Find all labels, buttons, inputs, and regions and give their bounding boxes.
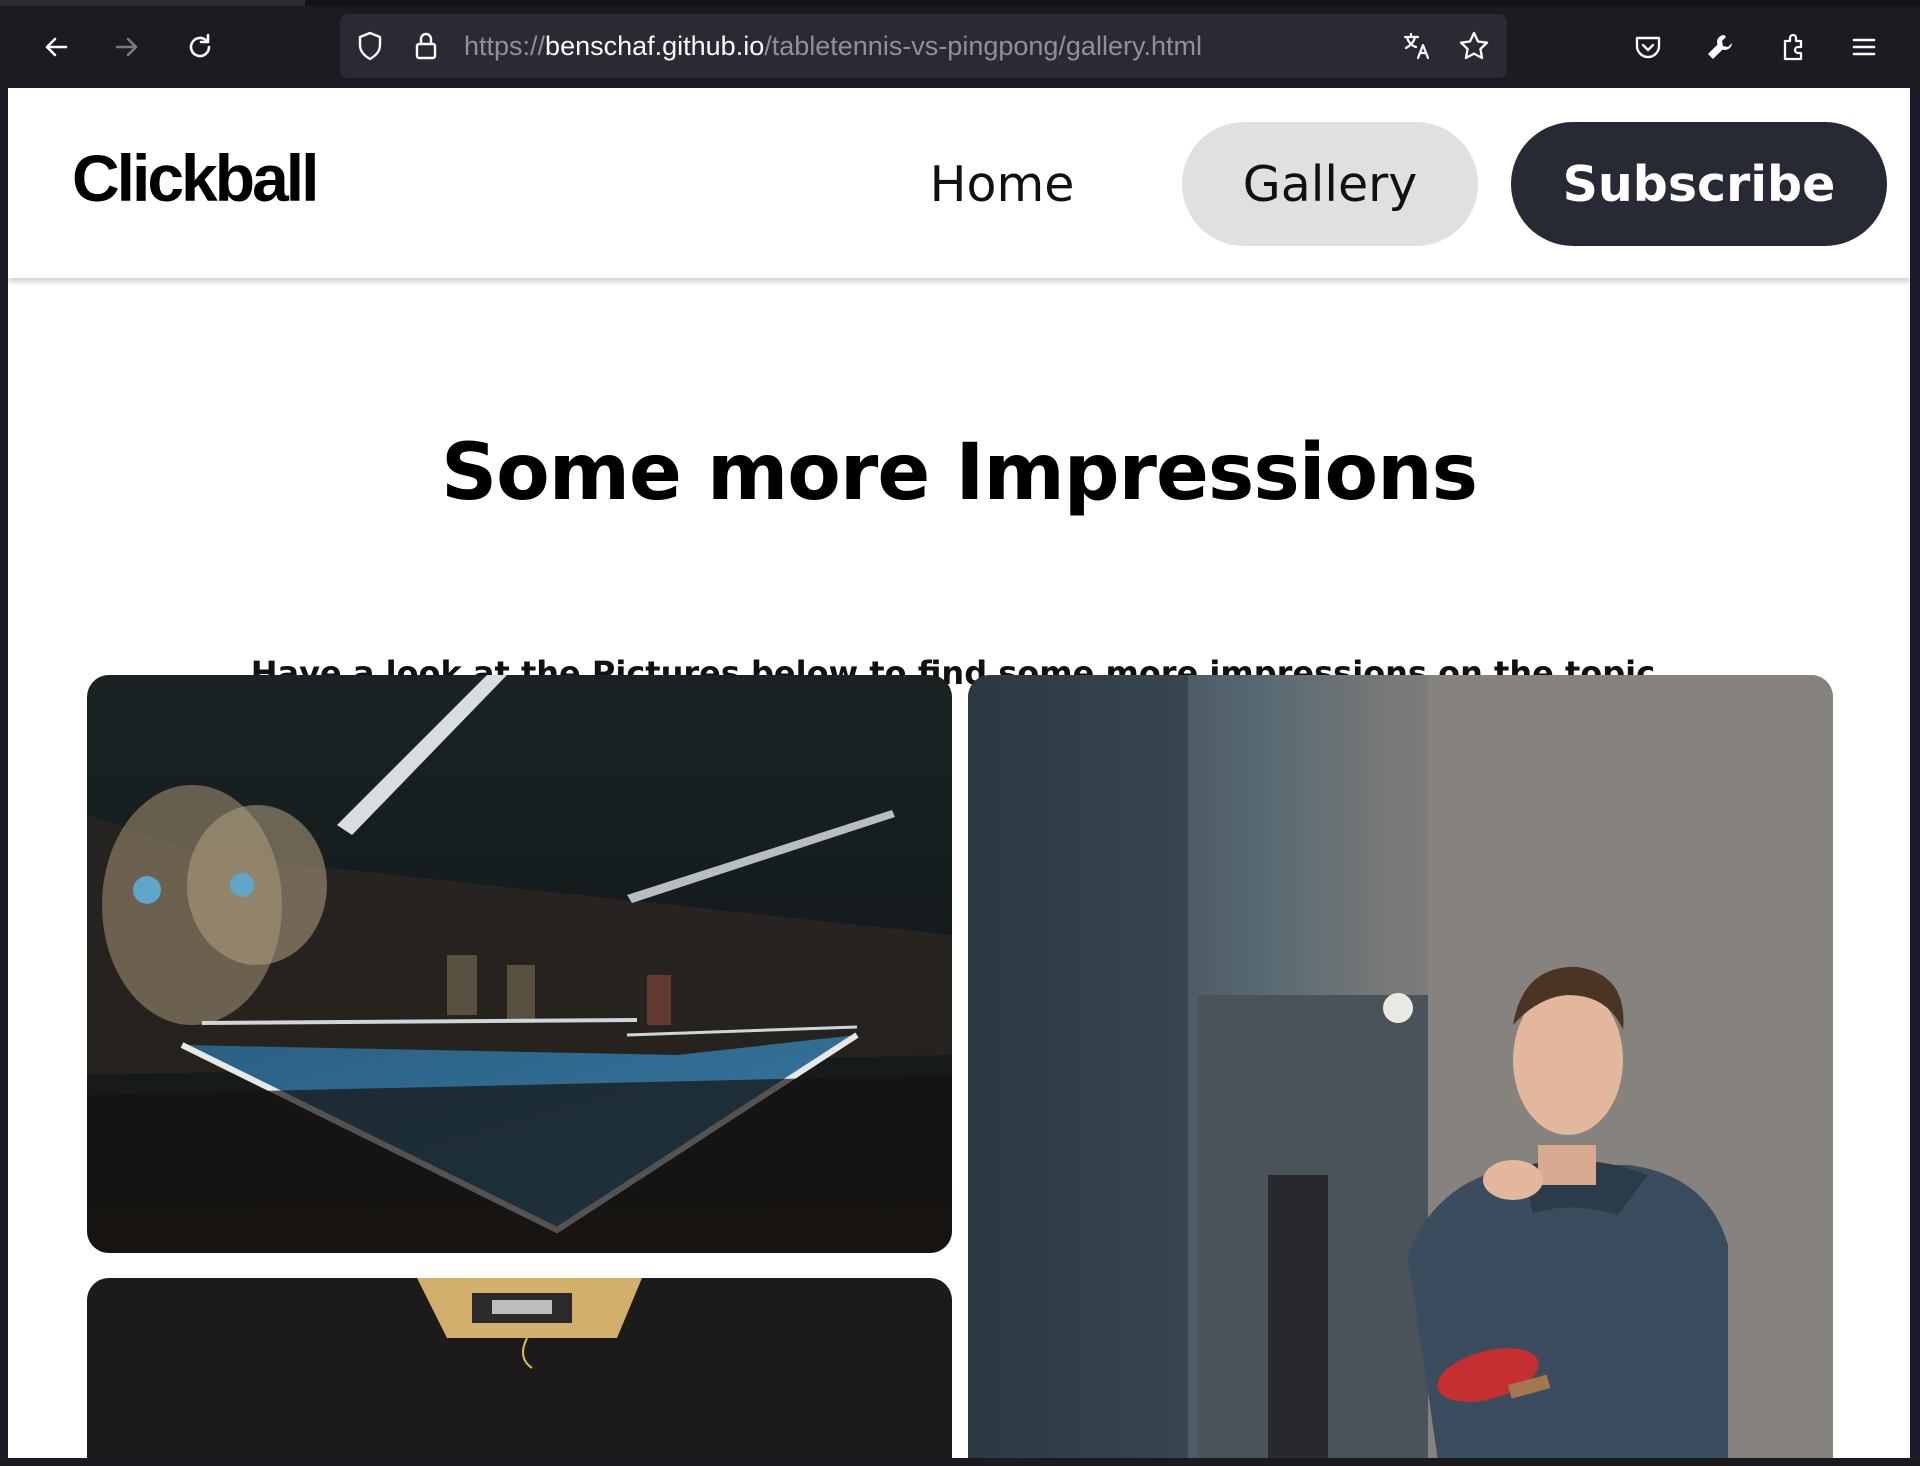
site-header: Clickball Home Gallery Subscribe	[8, 88, 1910, 278]
page-title: Some more Impressions	[440, 428, 1478, 518]
tab-strip	[0, 0, 1920, 6]
nav-home-link[interactable]: Home	[902, 122, 1102, 246]
gallery-image-lamp[interactable]	[87, 1278, 952, 1458]
reload-button[interactable]	[177, 24, 223, 70]
devtools-button[interactable]	[1697, 24, 1743, 70]
address-bar[interactable]: https://benschaf.github.io/tabletennis-v…	[340, 14, 1507, 78]
nav-gallery-link[interactable]: Gallery	[1182, 122, 1478, 246]
gallery-image-player-serving[interactable]	[968, 675, 1833, 1458]
back-button[interactable]	[33, 24, 79, 70]
url-text[interactable]: https://benschaf.github.io/tabletennis-v…	[464, 30, 1202, 62]
url-host: benschaf.github.io	[545, 31, 765, 61]
translate-icon[interactable]	[1402, 30, 1434, 62]
bookmark-star-icon[interactable]	[1458, 30, 1490, 62]
lock-icon[interactable]	[410, 30, 442, 62]
active-tab[interactable]	[0, 0, 305, 6]
site-logo[interactable]: Clickball	[72, 140, 319, 216]
extensions-icon	[1783, 33, 1803, 61]
web-page: Clickball Home Gallery Subscribe Some mo…	[8, 88, 1910, 1458]
shield-icon[interactable]	[354, 30, 386, 62]
pocket-icon	[1635, 36, 1661, 59]
forward-arrow-icon	[115, 37, 138, 57]
lamp-photo	[87, 1278, 952, 1458]
reload-icon	[189, 33, 211, 58]
browser-toolbar: https://benschaf.github.io/tabletennis-v…	[0, 0, 1920, 88]
os-taskbar	[0, 1458, 1920, 1466]
extensions-button[interactable]	[1770, 24, 1816, 70]
gallery-image-table-hall[interactable]	[87, 675, 952, 1253]
url-path: /tabletennis-vs-pingpong/gallery.html	[764, 31, 1202, 61]
app-menu-button[interactable]	[1841, 24, 1887, 70]
player-serving-photo	[968, 675, 1833, 1458]
menu-icon	[1852, 38, 1876, 56]
pocket-button[interactable]	[1625, 24, 1671, 70]
table-hall-photo	[87, 675, 952, 1253]
forward-button[interactable]	[104, 24, 150, 70]
back-arrow-icon	[45, 37, 68, 57]
subscribe-button[interactable]: Subscribe	[1511, 122, 1887, 246]
url-scheme: https://	[464, 31, 546, 61]
wrench-icon	[1708, 35, 1732, 59]
